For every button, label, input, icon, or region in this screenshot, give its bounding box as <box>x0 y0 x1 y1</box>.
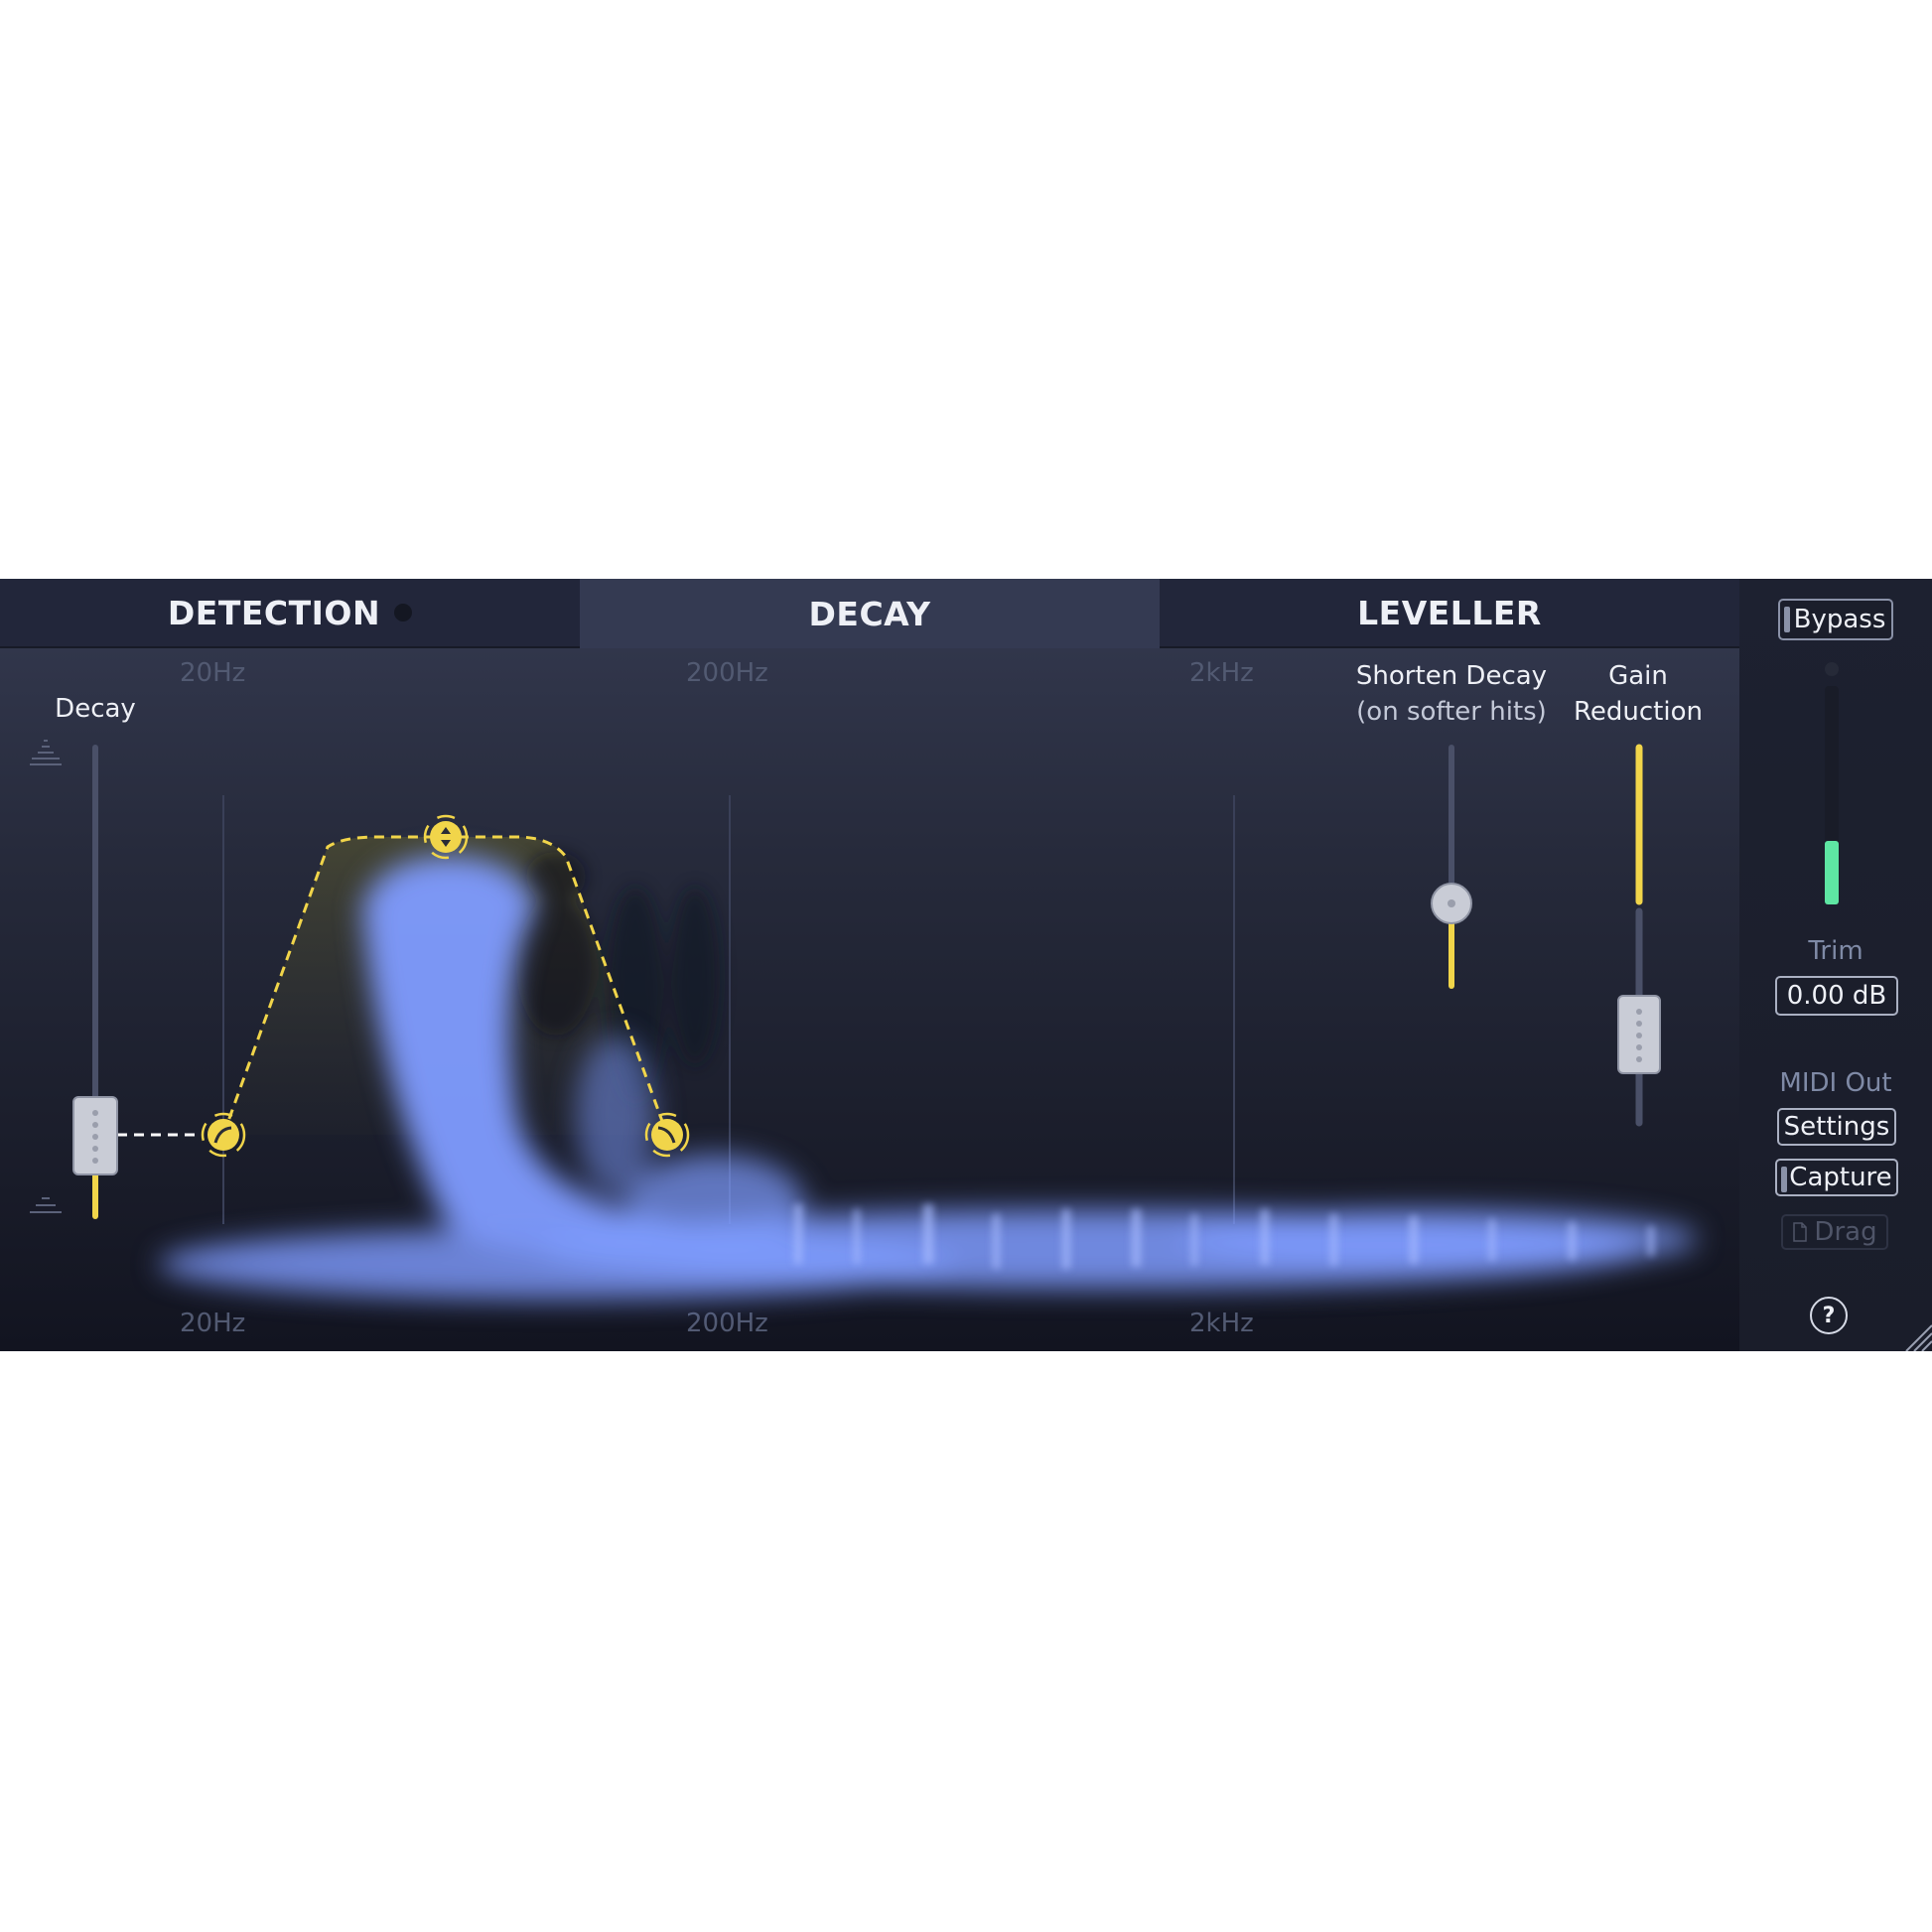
spectrum-graphics <box>30 740 1698 1300</box>
output-meter-level <box>1825 841 1839 904</box>
tab-detection[interactable]: DETECTION <box>0 579 580 648</box>
plugin-window: DETECTION DECAY LEVELLER 20Hz 200Hz 2kHz… <box>0 579 1932 1351</box>
detection-indicator-dot <box>394 604 413 621</box>
bypass-indicator <box>1784 607 1790 632</box>
gain-reduction-handle[interactable] <box>1617 995 1661 1074</box>
bypass-label: Bypass <box>1793 605 1886 634</box>
document-icon <box>1793 1222 1808 1242</box>
tab-decay[interactable]: DECAY <box>580 579 1160 648</box>
help-button[interactable]: ? <box>1810 1297 1848 1334</box>
midi-out-label: MIDI Out <box>1779 1068 1892 1098</box>
question-mark-icon: ? <box>1822 1303 1836 1328</box>
bypass-button[interactable]: Bypass <box>1778 599 1893 640</box>
capture-indicator <box>1781 1167 1787 1192</box>
capture-button[interactable]: Capture <box>1775 1159 1898 1196</box>
tab-decay-label: DECAY <box>808 594 931 633</box>
decay-slider-handle[interactable] <box>72 1096 118 1175</box>
tab-leveller-label: LEVELLER <box>1357 593 1542 632</box>
settings-label: Settings <box>1783 1112 1890 1142</box>
meter-clip-indicator <box>1825 662 1839 676</box>
drag-button[interactable]: Drag <box>1781 1214 1888 1250</box>
settings-button[interactable]: Settings <box>1777 1108 1896 1146</box>
trim-value-field[interactable]: 0.00 dB <box>1775 976 1898 1016</box>
trim-value: 0.00 dB <box>1786 981 1887 1011</box>
shorten-decay-knob[interactable] <box>1431 883 1472 924</box>
resize-grip-icon[interactable] <box>1902 1321 1932 1351</box>
tab-leveller[interactable]: LEVELLER <box>1160 579 1739 648</box>
tab-detection-label: DETECTION <box>167 593 381 632</box>
spectrum-display: 20Hz 200Hz 2kHz 20Hz 200Hz 2kHz Decay Sh… <box>0 648 1739 1351</box>
long-decay-icon <box>30 740 62 765</box>
sidebar: Bypass Trim 0.00 dB MIDI Out Settings Ca… <box>1739 579 1932 1351</box>
trim-label: Trim <box>1808 936 1863 966</box>
short-decay-icon <box>30 1197 62 1213</box>
drag-label: Drag <box>1814 1217 1877 1247</box>
capture-label: Capture <box>1789 1163 1892 1192</box>
